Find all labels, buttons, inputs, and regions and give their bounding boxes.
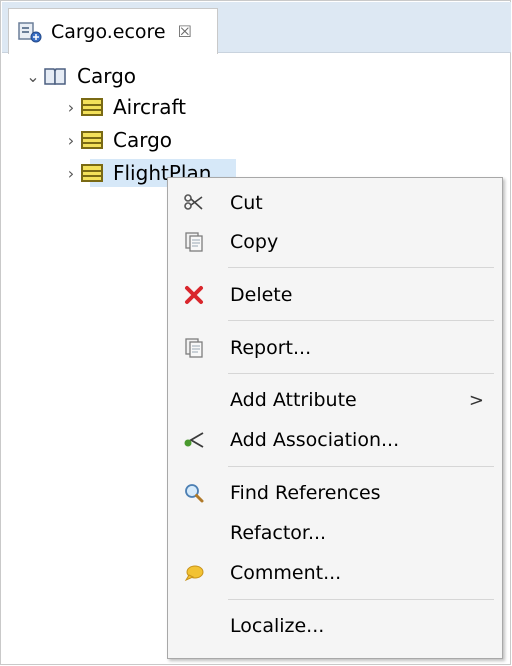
- menu-item-add-attribute[interactable]: Add Attribute >: [168, 381, 502, 419]
- association-icon: [182, 428, 206, 452]
- scissors-icon: [182, 191, 206, 215]
- menu-item-label: Localize...: [230, 615, 325, 637]
- editor-panel: Cargo.ecore ☒ ⌄ Cargo › Aircraft › Cargo…: [0, 0, 511, 665]
- menu-item-label: Copy: [230, 231, 279, 253]
- menu-item-localize[interactable]: Localize...: [168, 607, 502, 645]
- comment-bubble-icon: [182, 561, 206, 585]
- menu-item-copy[interactable]: Copy: [168, 223, 502, 261]
- package-icon: [43, 66, 67, 86]
- tree-item-aircraft[interactable]: › Aircraft: [61, 92, 186, 122]
- menu-item-delete[interactable]: Delete: [168, 276, 502, 314]
- menu-item-report[interactable]: Report...: [168, 329, 502, 367]
- chevron-right-icon[interactable]: ›: [61, 131, 81, 150]
- menu-separator: [228, 373, 494, 374]
- context-menu: Cut Copy Delete Report... Add Attribute …: [167, 177, 503, 659]
- chevron-right-icon[interactable]: ›: [61, 164, 81, 183]
- menu-item-label: Comment...: [230, 562, 342, 584]
- tree-item-label: Aircraft: [113, 95, 187, 119]
- close-tab-icon[interactable]: ☒: [178, 22, 192, 41]
- menu-item-label: Find References: [230, 482, 381, 504]
- menu-separator: [228, 599, 494, 600]
- report-icon: [182, 336, 206, 360]
- delete-x-icon: [182, 283, 206, 307]
- eclass-icon: [81, 164, 103, 182]
- chevron-right-icon[interactable]: ›: [61, 98, 81, 117]
- menu-separator: [228, 267, 494, 268]
- menu-item-cut[interactable]: Cut: [168, 184, 502, 222]
- tree-item-package-cargo[interactable]: ⌄ Cargo: [23, 61, 136, 91]
- submenu-arrow-icon: >: [468, 389, 484, 411]
- tree-item-label: Cargo: [77, 64, 137, 88]
- menu-item-label: Report...: [230, 337, 312, 359]
- menu-item-label: Refactor...: [230, 522, 327, 544]
- tab-title: Cargo.ecore: [51, 20, 166, 43]
- eclass-icon: [81, 131, 103, 149]
- tree-item-label: Cargo: [113, 128, 173, 152]
- eclass-icon: [81, 98, 103, 116]
- menu-item-label: Delete: [230, 284, 293, 306]
- menu-separator: [228, 320, 494, 321]
- chevron-down-icon[interactable]: ⌄: [23, 67, 43, 86]
- copy-icon: [182, 230, 206, 254]
- menu-item-find-references[interactable]: Find References: [168, 474, 502, 512]
- menu-item-label: Add Attribute: [230, 389, 357, 411]
- ecore-model-icon: [17, 20, 45, 44]
- menu-item-add-association[interactable]: Add Association...: [168, 421, 502, 459]
- menu-item-refactor[interactable]: Refactor...: [168, 514, 502, 552]
- menu-item-label: Cut: [230, 192, 263, 214]
- menu-item-comment[interactable]: Comment...: [168, 554, 502, 592]
- tree-item-cargo[interactable]: › Cargo: [61, 125, 172, 155]
- menu-item-label: Add Association...: [230, 429, 400, 451]
- magnifier-icon: [182, 481, 206, 505]
- menu-separator: [228, 466, 494, 467]
- tab-cargo-ecore[interactable]: Cargo.ecore ☒: [8, 8, 218, 54]
- tab-bar: Cargo.ecore ☒: [2, 2, 511, 54]
